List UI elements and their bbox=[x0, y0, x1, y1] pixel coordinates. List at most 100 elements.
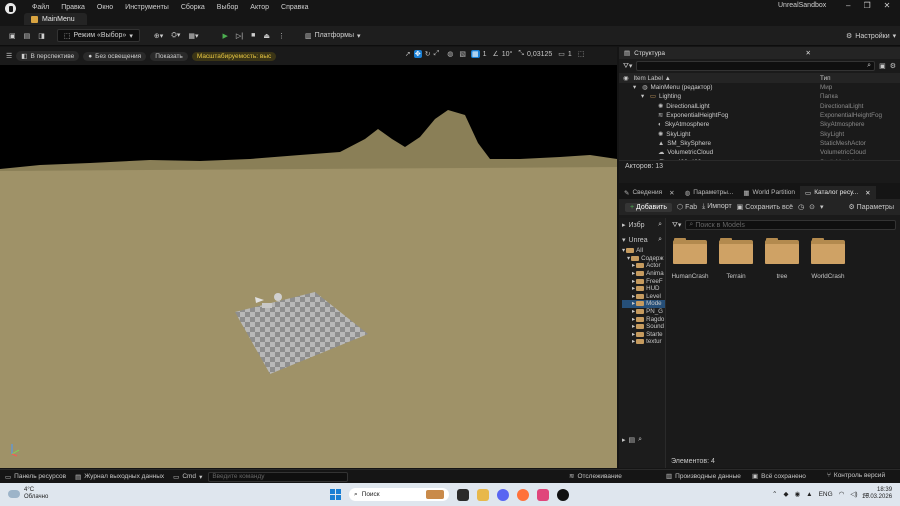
add-button[interactable]: + Добавить bbox=[625, 202, 672, 212]
scale-snap-icon[interactable]: ⤡ bbox=[518, 50, 524, 58]
asset-folder-tile[interactable]: tree bbox=[764, 238, 800, 280]
content-drawer-button[interactable]: ▭ Панель ресурсов bbox=[5, 473, 66, 481]
play-icon[interactable]: ▶ bbox=[218, 29, 231, 43]
asset-folder-tile[interactable]: HumanCrash bbox=[671, 238, 709, 280]
wifi-icon[interactable]: ◠ bbox=[839, 490, 845, 498]
folder-tree-item[interactable]: ▸ Starte bbox=[622, 331, 665, 339]
chevron-down-icon[interactable]: ▾ bbox=[641, 93, 647, 100]
menu-actor[interactable]: Актор bbox=[250, 4, 269, 11]
folder-tree-item[interactable]: ▸ Anima bbox=[622, 270, 665, 278]
outliner-row[interactable]: ◐ SkyAtmosphere SkyAtmosphere bbox=[619, 120, 900, 129]
select-tool-icon[interactable]: ➚ bbox=[405, 50, 411, 58]
settings-dropdown[interactable]: ⚙ Настройки ▾ bbox=[842, 29, 900, 43]
root-header[interactable]: ▾ Unrea ⌕ bbox=[619, 233, 665, 247]
chevron-right-icon[interactable]: ▸ bbox=[632, 270, 635, 277]
weather-widget[interactable]: 4°C Облачно bbox=[8, 487, 48, 501]
tab-world-partition[interactable]: ▦ World Partition bbox=[738, 186, 800, 199]
folder-tree-item[interactable]: ▸ Ragdo bbox=[622, 315, 665, 323]
search-icon[interactable]: ⌕ bbox=[638, 436, 642, 444]
file-explorer-icon[interactable] bbox=[477, 488, 489, 501]
chevron-down-icon[interactable]: ▾ bbox=[627, 255, 630, 262]
source-control-icon[interactable]: ◨ bbox=[34, 29, 49, 43]
search-icon[interactable]: ⌕ bbox=[658, 221, 662, 229]
chevron-right-icon[interactable]: ▸ bbox=[632, 331, 635, 338]
folder-tree-item[interactable]: ▸ Mode bbox=[622, 300, 665, 308]
folder-tree-item[interactable]: ▾ Содерж bbox=[622, 255, 665, 263]
hamburger-icon[interactable]: ☰ bbox=[6, 52, 12, 60]
tray-chevron-icon[interactable]: ⌃ bbox=[772, 490, 777, 498]
grid-snap-value[interactable]: 1 bbox=[483, 51, 487, 58]
chevron-right-icon[interactable]: ▸ bbox=[632, 293, 635, 300]
mode-dropdown[interactable]: ⬚ Режим «Выбор» ▾ bbox=[56, 29, 140, 42]
tray-app3-icon[interactable]: ▲ bbox=[806, 491, 812, 498]
tray-app-icon[interactable]: ◆ bbox=[783, 490, 788, 498]
filter-icon[interactable]: ⛛▾ bbox=[672, 221, 681, 230]
chevron-right-icon[interactable]: ▸ bbox=[632, 262, 635, 269]
chevron-right-icon[interactable]: ▸ bbox=[632, 278, 635, 285]
asset-search-input[interactable]: ⌕ Поиск в Models bbox=[685, 220, 896, 230]
minimize-icon[interactable]: – bbox=[846, 1, 850, 10]
task-view-icon[interactable] bbox=[457, 488, 469, 501]
platforms-dropdown[interactable]: ▥ Платформы ▾ bbox=[301, 29, 365, 43]
folder-tree-item[interactable]: ▸ Actor bbox=[622, 262, 665, 270]
scale-snap-value[interactable]: 0,03125 bbox=[527, 51, 552, 58]
close-tab-icon[interactable]: ✕ bbox=[806, 49, 811, 57]
menu-build[interactable]: Сборка bbox=[181, 4, 205, 11]
chevron-down-icon[interactable]: ▾ bbox=[633, 84, 639, 91]
trace-button[interactable]: ≋ Отслеживание bbox=[569, 472, 622, 481]
scale-tool-icon[interactable]: ⤢ bbox=[434, 50, 440, 58]
start-icon[interactable] bbox=[330, 489, 341, 500]
world-local-icon[interactable]: ◍ bbox=[447, 50, 453, 58]
taskbar-search[interactable]: ⌕ Поиск bbox=[349, 488, 449, 501]
outliner-row[interactable]: ✺ DirectionalLight DirectionalLight bbox=[619, 102, 900, 111]
menu-help[interactable]: Справка bbox=[281, 4, 308, 11]
grid-snap-icon[interactable]: ▦ bbox=[470, 50, 480, 58]
chevron-right-icon[interactable]: ▸ bbox=[632, 338, 635, 345]
outliner-row[interactable]: ☁ VolumetricCloud VolumetricCloud bbox=[619, 148, 900, 157]
output-log-button[interactable]: ▤ Журнал выходных данных bbox=[75, 473, 164, 481]
clock[interactable]: 18:39 16.03.2026 bbox=[862, 487, 892, 501]
angle-snap-value[interactable]: 10° bbox=[502, 51, 513, 58]
collections-icon[interactable]: ▤ bbox=[629, 436, 636, 444]
outliner-search-input[interactable]: ⌕ bbox=[636, 61, 876, 71]
favorites-header[interactable]: ▸ Избр ⌕ bbox=[619, 218, 665, 232]
asset-folder-tile[interactable]: Terrain bbox=[718, 238, 754, 280]
perspective-button[interactable]: ◧ В перспективе bbox=[16, 51, 80, 61]
angle-snap-icon[interactable]: ∠ bbox=[493, 50, 499, 58]
folder-tree-item[interactable]: ▸ textur bbox=[622, 338, 665, 346]
tray-app2-icon[interactable]: ◉ bbox=[794, 490, 800, 498]
app-icon[interactable] bbox=[537, 488, 549, 501]
chevron-right-icon[interactable]: ▸ bbox=[632, 308, 635, 315]
cmd-dropdown[interactable]: ▭ Cmd ▾ bbox=[173, 473, 202, 481]
maximize-icon[interactable]: ❐ bbox=[863, 1, 870, 10]
console-input[interactable]: Введите команду bbox=[208, 471, 349, 482]
folder-tree-item[interactable]: ▸ FreeF bbox=[622, 277, 665, 285]
asset-folder-tile[interactable]: WorldCrash bbox=[810, 238, 846, 280]
move-tool-icon[interactable]: ✥ bbox=[413, 50, 422, 58]
volume-icon[interactable]: ◁) bbox=[850, 490, 857, 498]
folder-tree-item[interactable]: ▸ HUD bbox=[622, 285, 665, 293]
import-button[interactable]: ⤓ Импорт bbox=[702, 203, 732, 211]
menu-file[interactable]: Файл bbox=[32, 4, 49, 11]
more-options-icon[interactable]: ⋮ bbox=[274, 29, 289, 43]
blueprint-icon[interactable]: ⛭▾ bbox=[167, 29, 184, 43]
outliner-row[interactable]: ≋ ExponentialHeightFog ExponentialHeightFo… bbox=[619, 111, 900, 120]
tab-details[interactable]: ✎ Сведения ✕ bbox=[619, 186, 680, 199]
save-status[interactable]: ▣ Всё сохранено bbox=[752, 472, 806, 481]
lighting-button[interactable]: ● Без освещения bbox=[83, 51, 147, 61]
save-all-button[interactable]: ▣ Сохранить всё bbox=[737, 203, 793, 211]
menu-tools[interactable]: Инструменты bbox=[125, 4, 169, 11]
outliner-tab[interactable]: ▤ Структура ✕ bbox=[619, 47, 900, 59]
surface-snap-icon[interactable]: ▧ bbox=[459, 50, 466, 58]
eject-icon[interactable]: ⏏ bbox=[259, 29, 274, 43]
outliner-row[interactable]: ✺ SkyLight SkyLight bbox=[619, 129, 900, 138]
folder-tree-item[interactable]: ▾ All bbox=[622, 247, 665, 255]
show-button[interactable]: Показать bbox=[150, 51, 188, 61]
outliner-row[interactable]: ▾ ▭ Lighting Папка bbox=[619, 92, 900, 101]
close-icon[interactable]: ✕ bbox=[884, 1, 891, 10]
outliner-row[interactable]: ▲Floor_400x400 StaticMeshActor bbox=[619, 157, 900, 160]
menu-window[interactable]: Окно bbox=[97, 4, 113, 11]
language-indicator[interactable]: ENG bbox=[819, 491, 833, 498]
folder-tree-item[interactable]: ▸ Sound bbox=[622, 323, 665, 331]
chevron-right-icon[interactable]: ▸ bbox=[632, 323, 635, 330]
